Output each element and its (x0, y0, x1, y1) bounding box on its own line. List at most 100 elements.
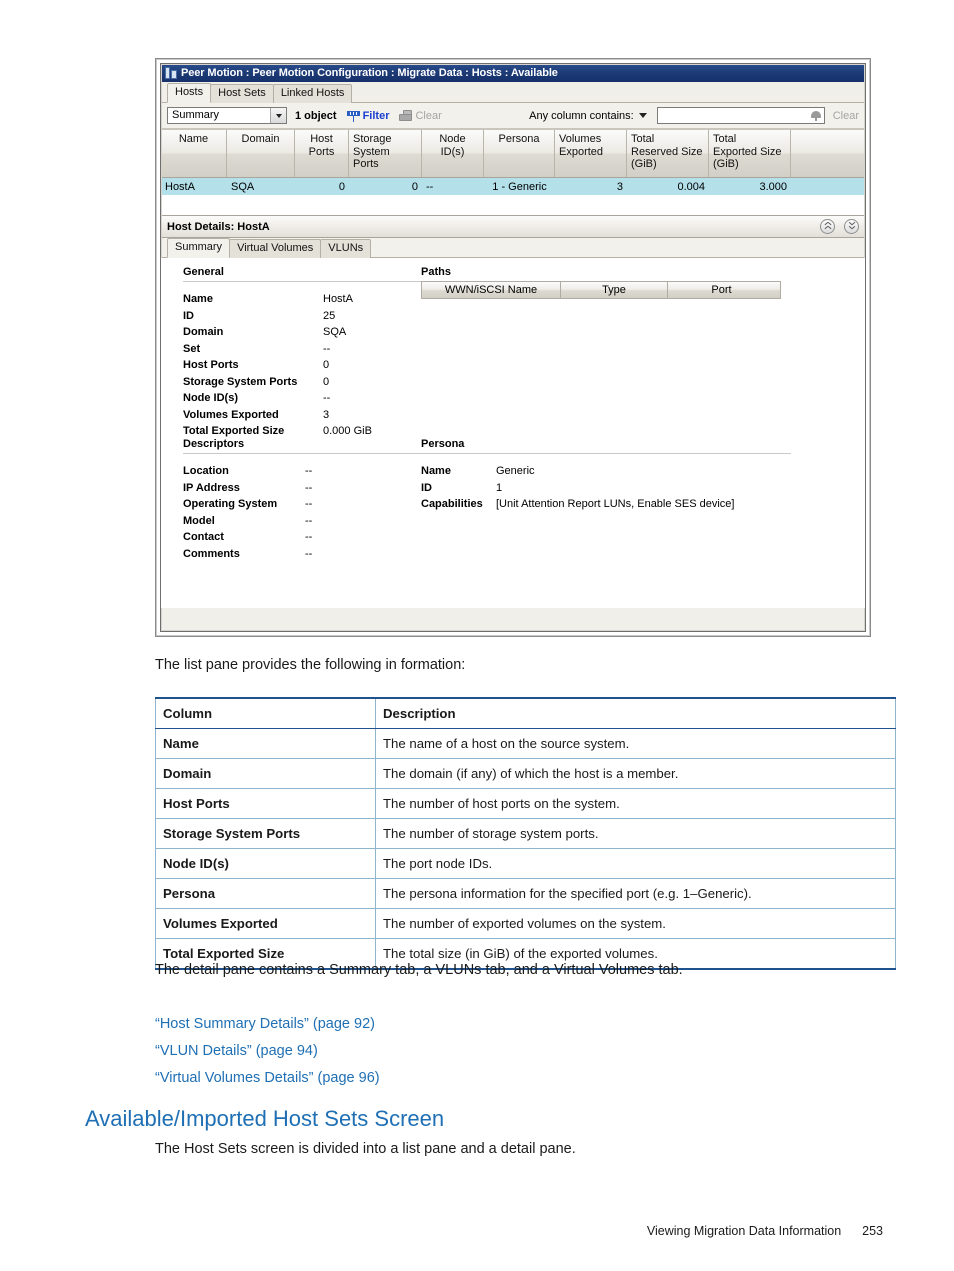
descriptor-value: -- (305, 465, 313, 477)
general-row: ID 25 (183, 308, 443, 325)
link-vlun-details[interactable]: “VLUN Details” (page 94) (155, 1043, 318, 1059)
cell-column: Host Ports (155, 788, 376, 819)
detail-pane-body: General Name HostA ID 25 Domain SQA Set -- H… (161, 258, 865, 608)
descriptor-value: -- (305, 481, 313, 494)
general-value: SQA (323, 326, 347, 338)
filter-icon (346, 110, 360, 122)
table-row: Persona The persona information for the … (155, 878, 896, 909)
paths-section-title: Paths (421, 266, 451, 278)
cell-column: Storage System Ports (155, 818, 376, 849)
persona-key: Capabilities (421, 498, 483, 510)
descriptor-key: Operating System (183, 498, 278, 510)
cell-column: Persona (155, 878, 376, 909)
footer-page-number: 253 (862, 1224, 883, 1238)
cell-column: Domain (155, 758, 376, 789)
tab-hosts[interactable]: Hosts (167, 83, 212, 103)
cell-column: Node ID(s) (155, 848, 376, 879)
cell-description: The persona information for the specifie… (375, 878, 896, 909)
descriptor-value: -- (305, 531, 313, 543)
descriptor-key: Comments (183, 547, 240, 560)
general-section-title: General (183, 266, 224, 278)
tab-vluns[interactable]: VLUNs (320, 239, 372, 258)
paths-column-port[interactable]: Port (668, 282, 775, 298)
descriptor-row: Operating System -- (183, 496, 443, 513)
general-key: Node ID(s) (183, 392, 238, 404)
detail-paragraph: The detail pane contains a Summary tab, … (155, 962, 683, 978)
table-row: Name The name of a host on the source sy… (155, 728, 896, 759)
persona-value: Generic (496, 465, 535, 477)
persona-row: Capabilities [Unit Attention Report LUNs,… (421, 496, 791, 513)
table-row: Domain The domain (if any) of which the … (155, 758, 896, 789)
chevron-double-up-icon[interactable] (820, 219, 835, 234)
general-key: Name (183, 293, 213, 305)
tab-summary[interactable]: Summary (167, 238, 231, 258)
general-key: Volumes Exported (183, 408, 279, 421)
tab-virtual-volumes[interactable]: Virtual Volumes (229, 239, 322, 258)
general-row: Storage System Ports 0 (183, 374, 443, 391)
table-header-description: Description (375, 697, 896, 729)
eraser-icon (399, 110, 413, 121)
general-row: Host Ports 0 (183, 357, 443, 374)
cell-description: The port node IDs. (375, 848, 896, 879)
descriptors-section-title: Descriptors (183, 438, 245, 450)
descriptor-row: Contact -- (183, 529, 443, 546)
descriptor-key: Location (183, 465, 229, 477)
page-heading: Available/Imported Host Sets Screen (85, 1106, 445, 1131)
general-key: Domain (183, 326, 224, 338)
intro-paragraph: The list pane provides the following in … (155, 657, 466, 673)
table-header-row: Column Description (155, 697, 896, 729)
cell-description: The number of storage system ports. (375, 818, 896, 849)
descriptor-value: -- (305, 547, 313, 560)
persona-value: 1 (496, 481, 503, 494)
paths-column-type[interactable]: Type (561, 282, 668, 298)
persona-value: [Unit Attention Report LUNs, Enable SES … (496, 498, 735, 510)
general-row: Name HostA (183, 291, 443, 308)
table-row: Volumes Exported The number of exported … (155, 908, 896, 939)
footer-text: Viewing Migration Data Information (646, 1224, 842, 1238)
tab-linked-hosts[interactable]: Linked Hosts (272, 84, 353, 103)
general-key: Storage System Ports (183, 375, 298, 388)
general-value: 0 (323, 375, 330, 388)
closing-paragraph: The Host Sets screen is divided into a l… (155, 1141, 576, 1157)
persona-row: ID 1 (421, 480, 791, 497)
paths-section: Paths WWN/iSCSI Name Type Port (421, 266, 781, 299)
general-row: Volumes Exported 3 (183, 407, 443, 424)
descriptor-key: IP Address (183, 481, 240, 494)
chevron-double-down-icon[interactable] (844, 219, 859, 234)
general-value: HostA (323, 293, 353, 305)
descriptor-key: Contact (183, 531, 224, 543)
paths-table-header: WWN/iSCSI Name Type Port (421, 281, 781, 299)
general-row: Domain SQA (183, 324, 443, 341)
persona-section-title: Persona (421, 438, 465, 450)
application-window: Peer Motion : Peer Motion Configuration … (160, 63, 866, 632)
general-key: Host Ports (183, 359, 239, 371)
descriptor-row: Model -- (183, 513, 443, 530)
persona-key: ID (421, 481, 432, 494)
cell-description: The domain (if any) of which the host is… (375, 758, 896, 789)
general-value: 25 (323, 309, 336, 322)
table-header-column: Column (155, 697, 376, 729)
descriptor-key: Model (183, 514, 215, 527)
general-value: -- (323, 392, 331, 404)
descriptors-section: Descriptors Location -- IP Address -- Oper… (183, 438, 443, 562)
descriptor-value: -- (305, 514, 313, 527)
general-key: ID (183, 309, 194, 322)
persona-row: Name Generic (421, 463, 791, 480)
cell-description: The name of a host on the source system. (375, 728, 896, 759)
search-icon[interactable] (810, 110, 822, 122)
link-virtual-volumes-details[interactable]: “Virtual Volumes Details” (page 96) (155, 1070, 380, 1086)
column-description-table: Column Description Name The name of a ho… (155, 697, 896, 970)
table-row: Node ID(s) The port node IDs. (155, 848, 896, 879)
general-value: 0 (323, 359, 330, 371)
cell-column: Name (155, 728, 376, 759)
cell-description: The number of host ports on the system. (375, 788, 896, 819)
link-host-summary-details[interactable]: “Host Summary Details” (page 92) (155, 1016, 375, 1032)
cell-column: Volumes Exported (155, 908, 376, 939)
paths-column-wwn-iscsi-name[interactable]: WWN/iSCSI Name (422, 282, 561, 298)
tab-host-sets[interactable]: Host Sets (210, 84, 274, 103)
general-row: Node ID(s) -- (183, 390, 443, 407)
descriptor-value: -- (305, 498, 313, 510)
descriptor-row: Comments -- (183, 546, 443, 563)
footer-running-head: Viewing Migration Data Information 253 (647, 1224, 883, 1238)
descriptor-row: IP Address -- (183, 480, 443, 497)
